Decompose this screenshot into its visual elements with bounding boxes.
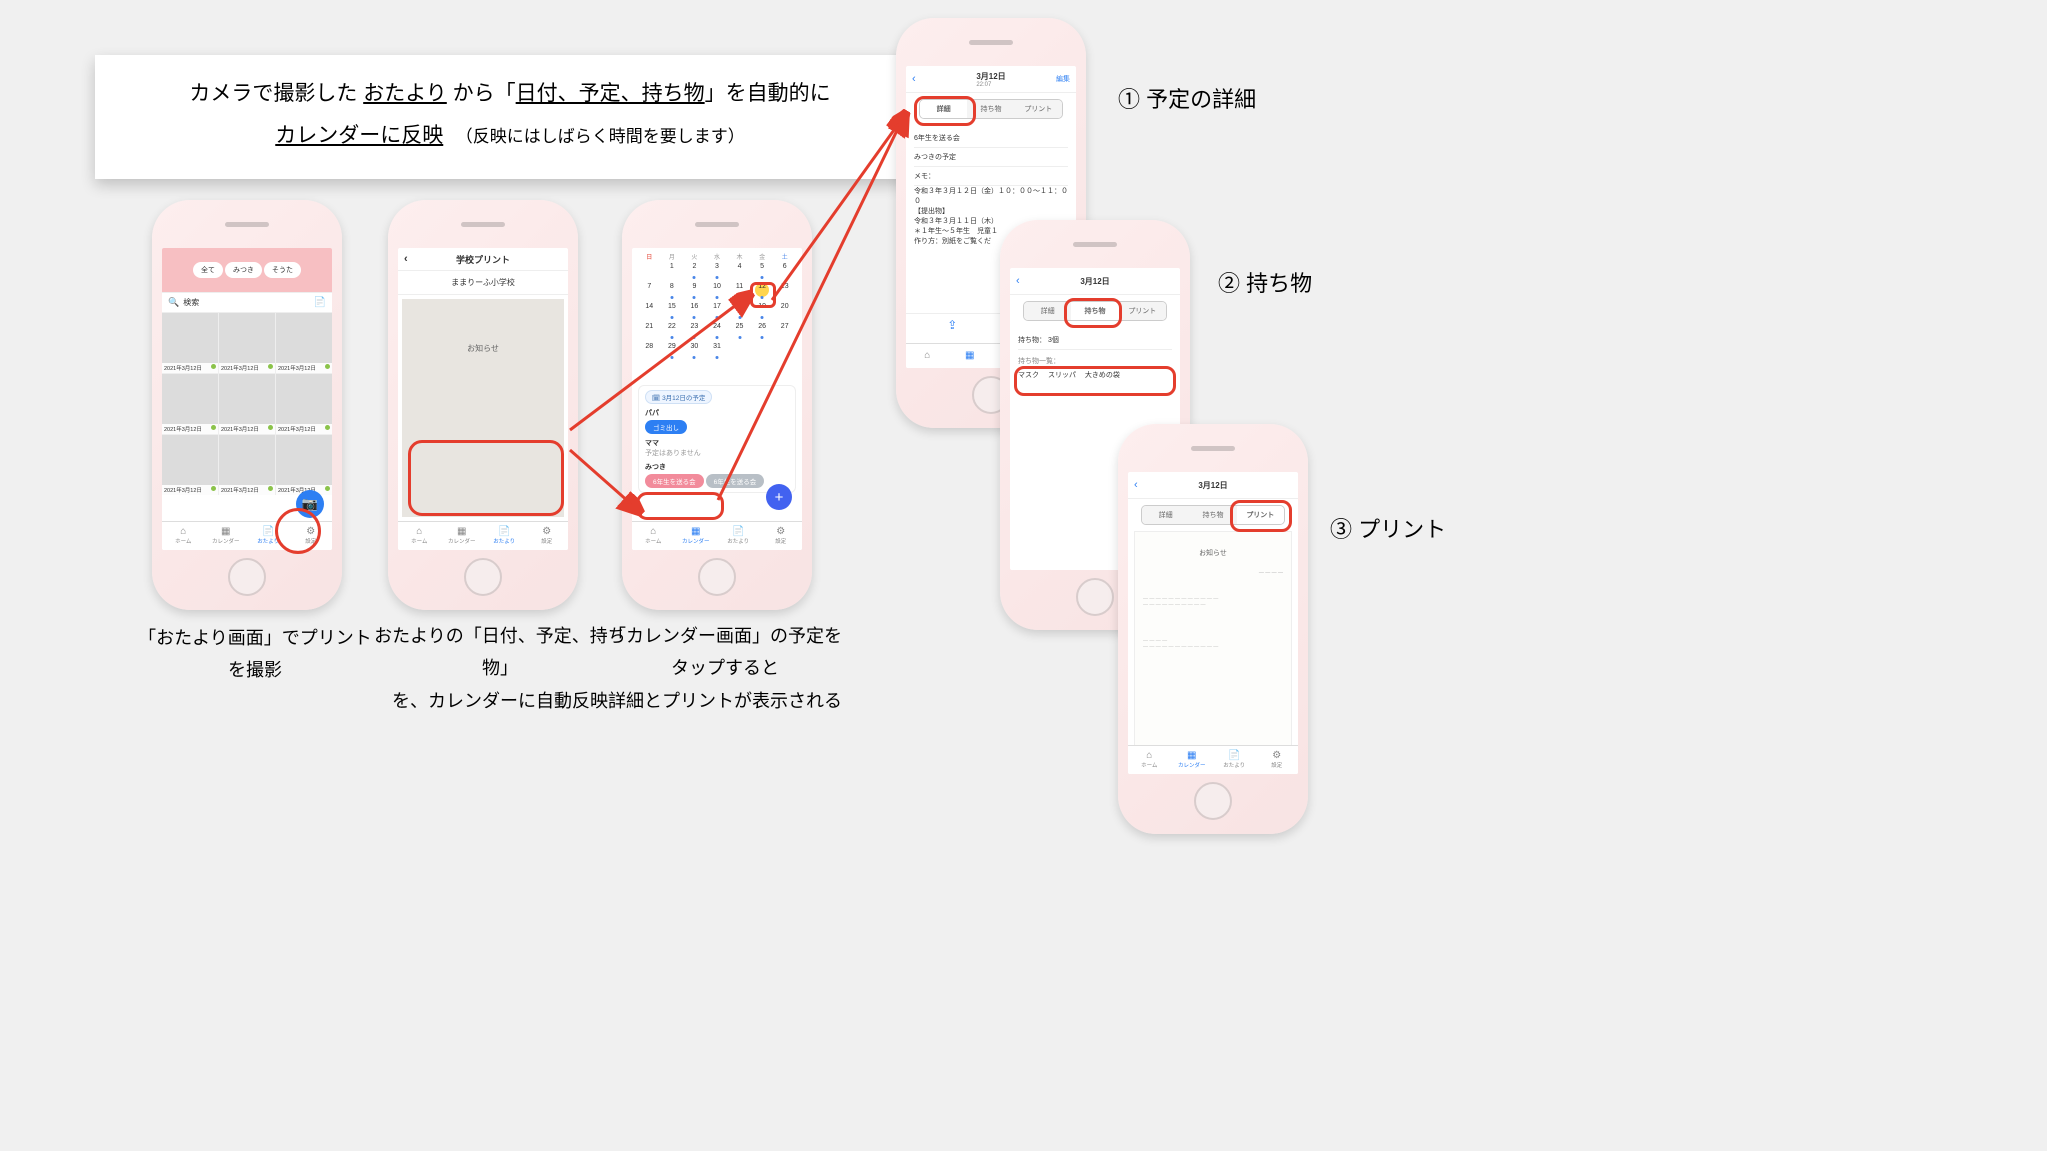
memo-line: 【提出物】	[914, 206, 1068, 216]
seg-print[interactable]: プリント	[1119, 302, 1166, 320]
highlight-seg-items	[1064, 298, 1122, 328]
tab-all[interactable]: 全て	[193, 262, 223, 278]
search-icon: 🔍	[168, 297, 179, 308]
tab-calendar[interactable]: ▦カレンダー	[441, 522, 484, 550]
photo-cell[interactable]: 2021年3月12日	[162, 374, 218, 434]
photo-cell[interactable]: 2021年3月12日	[219, 313, 275, 373]
back-icon[interactable]: ‹	[1134, 479, 1138, 491]
event-pill[interactable]: 6年生を送る会	[706, 474, 765, 488]
highlight-event-pill	[636, 492, 724, 520]
phone-print: ‹ 3月12日 詳細 持ち物 プリント お知らせ — — — — — — — —…	[1118, 424, 1308, 834]
memo-line: 令和３年３月１２日（金）１０：００〜１１：００	[914, 186, 1068, 206]
tab-calendar[interactable]: ▦カレンダー	[205, 522, 248, 550]
caption-3: 「カレンダー画面」の予定をタップすると詳細とプリントが表示される	[600, 620, 850, 717]
tab-settings[interactable]: ⚙設定	[1256, 746, 1299, 774]
highlight-seg-detail	[914, 96, 976, 126]
highlight-date-12	[750, 282, 776, 308]
screen-title: 学校プリント	[456, 253, 510, 266]
kid-label: みつき	[645, 462, 789, 472]
title-line1: カメラで撮影した おたより から「日付、予定、持ち物」を自動的に	[189, 82, 830, 105]
highlight-item-list	[1014, 366, 1176, 396]
memo-label: メモ：	[914, 167, 1068, 186]
side-label-3: ③ プリント	[1330, 512, 1446, 544]
tab-calendar[interactable]: ▦カレンダー	[1171, 746, 1214, 774]
search-placeholder: 検索	[183, 297, 199, 308]
tab-settings[interactable]: ⚙設定	[760, 522, 803, 550]
item-count: 持ち物： 3個	[1018, 331, 1172, 350]
tab-otayori[interactable]: 📄おたより	[483, 522, 526, 550]
tab-calendar[interactable]: ▦カレンダー	[675, 522, 718, 550]
photo-cell[interactable]: 2021年3月12日	[219, 374, 275, 434]
seg-print[interactable]: プリント	[1015, 100, 1062, 118]
header: ‹ 学校プリント	[398, 248, 568, 271]
doc-title: お知らせ	[402, 343, 564, 354]
document-icon[interactable]: 📄	[314, 297, 326, 308]
back-icon[interactable]: ‹	[404, 253, 408, 265]
title-line2: カレンダーに反映 （反映にはしばらく時間を要します）	[275, 124, 745, 147]
side-label-1: ① 予定の詳細	[1118, 82, 1256, 114]
side-label-2: ② 持ち物	[1218, 266, 1312, 298]
seg-detail[interactable]: 詳細	[1142, 506, 1189, 524]
tab-home[interactable]: ⌂ホーム	[632, 522, 675, 550]
photo-cell[interactable]: 2021年3月12日	[276, 313, 332, 373]
tab-home[interactable]: ⌂ホーム	[1128, 746, 1171, 774]
photo-cell[interactable]: 2021年3月12日	[162, 313, 218, 373]
tab-mitsuki[interactable]: みつき	[225, 262, 262, 278]
photo-cell[interactable]: 2021年3月12日	[276, 374, 332, 434]
tab-otayori[interactable]: 📄おたより	[717, 522, 760, 550]
photo-cell[interactable]: 2021年3月12日	[219, 435, 275, 495]
tab-home[interactable]: ⌂ホーム	[162, 522, 205, 550]
tabbar[interactable]: ⌂ホーム ▦カレンダー 📄おたより ⚙設定	[1128, 745, 1298, 774]
schedule-card: 🗓 3月12日の予定 パパ ゴミ出し ママ 予定はありません みつき 6年生を送…	[638, 385, 796, 493]
edit-button[interactable]: 編集	[1056, 74, 1070, 84]
header: ‹ 3月12日22:07 編集	[906, 66, 1076, 93]
caption-2: おたよりの「日付、予定、持ち物」を、カレンダーに自動反映	[370, 620, 630, 717]
papa-label: パパ	[645, 408, 789, 418]
no-event: 予定はありません	[645, 448, 789, 458]
tabbar[interactable]: ⌂ホーム ▦カレンダー 📄おたより ⚙設定	[632, 521, 802, 550]
back-icon[interactable]: ‹	[912, 73, 916, 85]
mama-label: ママ	[645, 438, 789, 448]
item-list-label: 持ち物一覧：	[1018, 356, 1172, 366]
calendar-grid[interactable]: 日月火水木金土 12345678910111213141516171819202…	[632, 248, 802, 381]
school-name: ままりーふ小学校	[398, 271, 568, 295]
back-icon[interactable]: ‹	[1016, 275, 1020, 287]
search-row[interactable]: 🔍 検索 📄	[162, 293, 332, 313]
photo-cell[interactable]: 2021年3月12日	[162, 435, 218, 495]
phone-print-view: ‹ 学校プリント ままりーふ小学校 お知らせ ⌂ホーム ▦カレンダー 📄おたより…	[388, 200, 578, 610]
event-owner: みつきの予定	[914, 148, 1068, 167]
photo-cell[interactable]: 2021年3月12日	[276, 435, 332, 495]
highlight-seg-print	[1230, 500, 1292, 532]
highlight-doc-text	[408, 440, 564, 516]
tab-home[interactable]: ⌂ホーム	[398, 522, 441, 550]
phone-otayori: 全て みつき そうた 🔍 検索 📄 2021年3月12日 2021年3月12日 …	[152, 200, 342, 610]
tab-souta[interactable]: そうた	[264, 262, 301, 278]
tabbar[interactable]: ⌂ホーム ▦カレンダー 📄おたより ⚙設定	[398, 521, 568, 550]
title-box: カメラで撮影した おたより から「日付、予定、持ち物」を自動的に カレンダーに反…	[95, 55, 925, 179]
doc-title: お知らせ	[1143, 548, 1283, 558]
event-pill-main[interactable]: 6年生を送る会	[645, 474, 704, 488]
header: ‹ 3月12日	[1010, 268, 1180, 295]
event-title: 6年生を送る会	[914, 129, 1068, 148]
share-icon[interactable]: ⇪	[947, 318, 957, 332]
highlight-camera	[275, 508, 321, 554]
add-button[interactable]: +	[766, 484, 792, 510]
tab-otayori[interactable]: 📄おたより	[1213, 746, 1256, 774]
event-pill[interactable]: ゴミ出し	[645, 420, 687, 434]
header: ‹ 3月12日	[1128, 472, 1298, 499]
photo-grid: 2021年3月12日 2021年3月12日 2021年3月12日 2021年3月…	[162, 313, 332, 495]
print-document[interactable]: お知らせ — — — — — — — — — — — — — — — — — —…	[1134, 531, 1292, 774]
caption-1: 「おたより画面」でプリントを撮影	[130, 622, 380, 687]
tab-settings[interactable]: ⚙設定	[526, 522, 569, 550]
child-tabs[interactable]: 全て みつき そうた	[162, 248, 332, 293]
phone-calendar: 日月火水木金土 12345678910111213141516171819202…	[622, 200, 812, 610]
schedule-date-badge: 🗓 3月12日の予定	[645, 390, 712, 404]
